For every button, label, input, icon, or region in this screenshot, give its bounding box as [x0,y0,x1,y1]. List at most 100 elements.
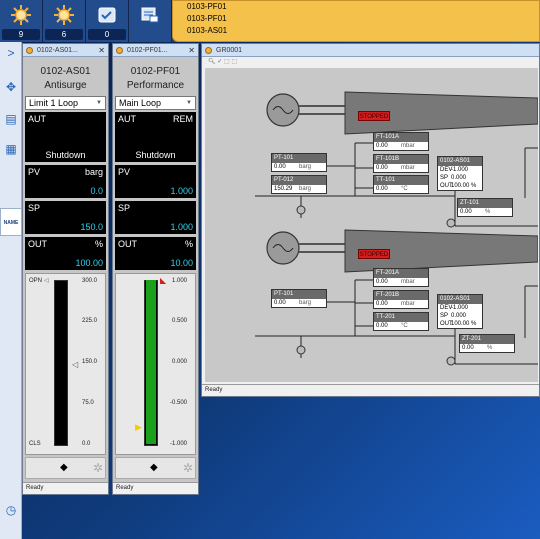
instrument-tag: PT-101 [272,290,326,299]
trend-icon[interactable]: ▤ [2,110,20,128]
instrument-ft-201a[interactable]: FT-201A 0.00 mbar [373,268,429,287]
gauge-tick: 0.000 [172,359,188,365]
window-title: 0102-PF01... [127,47,168,54]
instrument-value: 0.00 [376,186,388,192]
instrument-tag: FT-101B [374,155,428,164]
close-icon[interactable]: ✕ [188,44,195,57]
mode-select[interactable]: Limit 1 Loop ▼ [25,96,106,110]
faceplate-footer: ◆ ✲ [25,457,106,479]
instrument-tag: TT-101 [374,176,428,185]
control-mode-block[interactable]: AUT REM Shutdown [115,112,196,162]
instrument-value: 0.00 [274,164,286,170]
pv-block[interactable]: PV 1.000 [115,165,196,198]
instrument-ft-101b[interactable]: FT-101B 0.00 mbar [373,154,429,173]
gear-icon[interactable]: ✲ [183,461,193,475]
acknowledge-icon [94,2,120,28]
out-label: OUT [118,239,137,249]
alarm-list-button[interactable] [129,0,172,42]
faceplate-description: Performance [126,80,185,91]
alarm-summary-button-1[interactable]: 9 [0,0,43,42]
table-icon[interactable]: ▦ [2,140,20,158]
zoom-icon[interactable]: 🔍︎ [208,59,216,65]
diamond-icon[interactable]: ◆ [60,462,68,473]
window-titlebar[interactable]: 0102-PF01... ✕ [113,44,198,57]
control-mode-label: AUT [28,114,46,124]
faceplate-tag: 0102-PF01 [130,66,181,77]
window-icon [116,47,123,54]
out-block[interactable]: OUT % 100.00 [25,237,106,270]
instrument-value: 0.00 [462,345,474,351]
instrument-ft-101a[interactable]: FT-101A 0.00 mbar [373,132,429,151]
instrument-tag: PT-012 [272,176,326,185]
instrument-zt-101[interactable]: ZT-101 0.00% [457,198,513,217]
chevron-down-icon: ▼ [186,100,192,106]
output-bar-gauge: ◣ ▶ 1.000 0.500 0.000 -0.500 -1.000 [115,273,196,455]
history-icon[interactable]: ◷ [2,500,20,520]
instrument-ft-201b[interactable]: FT-201B 0.00 mbar [373,290,429,309]
instrument-unit: barg [299,186,312,192]
status-bar: Ready [23,482,108,494]
name-tab[interactable]: NAME [0,208,22,236]
control-mode-block[interactable]: AUT Shutdown [25,112,106,162]
controller-0102-as01-2[interactable]: 0102-AS01 DEV-1.000 SP 0.000 OUT100.00 % [437,294,483,329]
alarm-entry[interactable]: 0103-PF01 [173,13,539,25]
instrument-value: 0.00 [376,165,388,171]
sp-block[interactable]: SP 1.000 [115,201,196,234]
pan-icon[interactable]: ⬚ [231,59,237,65]
dev-value: -1.000 [451,167,469,173]
acknowledge-button[interactable]: 0 [86,0,129,42]
gauge-tick: 150.0 [82,359,98,365]
faceplate-description: Antisurge [44,80,87,91]
mode-value: Limit 1 Loop [29,98,79,108]
move-icon[interactable]: ✥ [2,78,20,96]
out-label: OUT [28,239,47,249]
out-block[interactable]: OUT % 10.00 [115,237,196,270]
alarm-entry[interactable]: 0103-AS01 [173,25,539,37]
instrument-pt-101-unit2[interactable]: PT-101 0.00 barg [271,289,327,308]
pv-value: 1.000 [170,186,193,196]
gauge-tick: 300.0 [82,278,98,284]
check-icon[interactable]: ✓ [217,59,222,65]
instrument-unit: % [485,209,491,215]
out-value: 100.00 [451,321,470,327]
gauge-open-label: OPN [29,278,43,284]
window-titlebar[interactable]: 0102-AS01... ✕ [23,44,108,57]
gauge-tick: 225.0 [82,318,98,324]
diamond-icon[interactable]: ◆ [150,462,158,473]
instrument-zt-201[interactable]: ZT-201 0.00% [459,334,515,353]
controller-0102-as01-1[interactable]: 0102-AS01 DEV-1.000 SP 0.000 OUT100.00 % [437,156,483,191]
alarm-burst-icon [8,2,34,28]
instrument-tag: FT-101A [374,133,428,142]
graphic-window: GR0001 🔍︎ ✓ ⬚ ⬚ STOPPED FT-101A 0.00 mba… [201,43,540,397]
instrument-tt-201[interactable]: TT-201 0.00 °C [373,312,429,331]
pv-label: PV [118,167,131,177]
out-unit: % [94,239,103,249]
out-unit: % [471,183,477,189]
control-remote-label: REM [173,114,193,124]
instrument-tt-101[interactable]: TT-101 0.00 °C [373,175,429,194]
instrument-pt-012[interactable]: PT-012 150.29 barg [271,175,327,194]
alarm-entry[interactable]: 0103-PF01 [173,1,539,13]
gauge-tick: -1.000 [170,441,188,447]
instrument-tag: ZT-101 [458,199,512,208]
window-title: GR0001 [216,47,243,54]
alarm-list[interactable]: 0103-PF01 0103-PF01 0103-AS01 [172,0,540,42]
out-value: 100.00 [75,258,103,268]
window-icon [205,47,212,54]
gear-icon[interactable]: ✲ [93,461,103,475]
alarm-summary-button-2[interactable]: 6 [43,0,86,42]
instrument-pt-101[interactable]: PT-101 0.00 barg [271,153,327,172]
expand-chevron-icon[interactable]: > [2,44,20,62]
instrument-value: 0.00 [274,300,286,306]
mode-select[interactable]: Main Loop ▼ [115,96,196,110]
faceplate-tag: 0102-AS01 [40,66,91,77]
window-titlebar[interactable]: GR0001 [202,44,539,57]
pv-value: 0.0 [90,186,103,196]
instrument-value: 0.00 [376,279,388,285]
out-unit: % [471,321,477,327]
close-icon[interactable]: ✕ [98,44,105,57]
pv-block[interactable]: PV barg 0.0 [25,165,106,198]
sp-block[interactable]: SP 150.0 [25,201,106,234]
select-icon[interactable]: ⬚ [224,59,230,65]
pv-label: PV [28,167,41,177]
